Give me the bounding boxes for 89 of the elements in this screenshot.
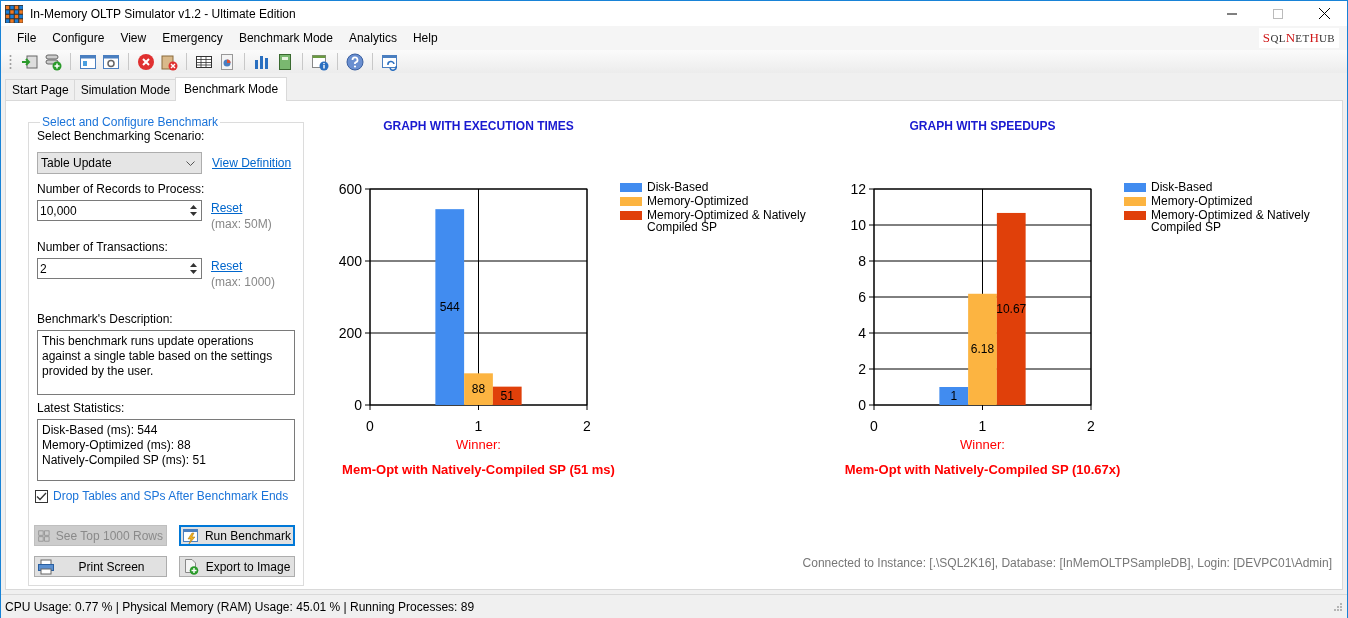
logo: SQLNETHUB — [1258, 28, 1339, 48]
menu-item[interactable]: View — [112, 31, 155, 45]
menu-item[interactable]: Help — [404, 31, 446, 45]
menu-item[interactable]: Configure — [44, 31, 113, 45]
y-tick-label: 200 — [338, 325, 362, 341]
y-tick-label: 8 — [858, 253, 866, 269]
scenario-dropdown[interactable]: Table Update — [37, 152, 202, 174]
field-label: Select Benchmarking Scenario: — [37, 129, 206, 144]
winner-label: Winner: — [456, 437, 501, 452]
window-refresh-icon[interactable] — [381, 52, 399, 71]
winner-text: Mem-Opt with Natively-Compiled SP (10.67x) — [844, 462, 1121, 477]
data-label: 544 — [439, 300, 460, 315]
field-label: Number of Records to Process: — [37, 182, 206, 197]
statistic-line: Memory-Optimized (ms): 88 — [42, 438, 192, 453]
legend-label: Memory-Optimized — [1151, 195, 1254, 207]
y-tick-label: 6 — [858, 289, 866, 305]
statistic-line: Natively-Compiled SP (ms): 51 — [42, 453, 207, 468]
x-tick-label: 0 — [870, 418, 878, 433]
caret-icon — [186, 160, 195, 166]
pie-chart-icon[interactable] — [218, 52, 236, 71]
group-title: Select and Configure Benchmark — [41, 115, 220, 129]
clipboard-cancel-icon[interactable] — [160, 52, 178, 71]
chart-title: GRAPH WITH SPEEDUPS — [909, 119, 1056, 133]
database-add-icon[interactable] — [44, 52, 62, 71]
x-tick-label: 0 — [366, 418, 374, 433]
legend-label: Memory-Optimized — [647, 195, 750, 207]
max-hint: (max: 50M) — [211, 216, 272, 232]
checkbox[interactable] — [35, 489, 48, 503]
tab[interactable]: Start Page — [5, 79, 75, 100]
toolbar-grip-icon — [9, 53, 12, 70]
status-text: CPU Usage: 0.77 % | Physical Memory (RAM) Usage: 45.01 % | Running Processes: 89 — [5, 599, 475, 614]
reset-link[interactable]: Reset — [211, 200, 272, 216]
action-button[interactable]: Print Screen — [34, 556, 167, 577]
description-box: This benchmark runs update operations against a single table based on the settings provided by the user. — [37, 330, 295, 395]
cancel-icon[interactable] — [137, 52, 155, 71]
field-label: Benchmark's Description: — [37, 312, 174, 327]
close-icon[interactable] — [1319, 8, 1330, 19]
data-label: 88 — [471, 382, 486, 397]
y-tick-label: 12 — [850, 181, 866, 197]
data-label: 10.67 — [996, 301, 1027, 316]
printer-icon — [38, 558, 54, 575]
view-definition-link[interactable]: View Definition — [212, 156, 292, 170]
help-icon[interactable] — [346, 52, 364, 71]
chart-title: GRAPH WITH EXECUTION TIMES — [383, 119, 574, 133]
settings-window-icon[interactable] — [102, 52, 120, 71]
menu-item[interactable]: Benchmark Mode — [230, 31, 341, 45]
app-icon — [5, 4, 23, 23]
window-title: In-Memory OLTP Simulator v1.2 - Ultimate Edition — [30, 6, 296, 21]
legend-label: Memory-Optimized & Natively Compiled SP — [1151, 209, 1311, 233]
grid-icon — [38, 527, 50, 544]
x-tick-label: 1 — [474, 418, 483, 433]
resize-grip-icon[interactable] — [1333, 601, 1343, 612]
tab[interactable]: Benchmark Mode — [175, 77, 288, 101]
window-icon[interactable] — [79, 52, 97, 71]
x-tick-label: 2 — [583, 418, 591, 433]
y-tick-label: 4 — [858, 325, 866, 341]
legend-label: Memory-Optimized & Natively Compiled SP — [647, 209, 807, 233]
reset-link[interactable]: Reset — [211, 258, 276, 274]
data-label: 6.18 — [970, 342, 995, 357]
y-tick-label: 2 — [858, 361, 866, 377]
action-button[interactable]: Export to Image — [179, 556, 295, 577]
statistic-line: Disk-Based (ms): 544 — [42, 423, 159, 438]
data-label: 51 — [500, 388, 514, 403]
notebook-icon[interactable] — [276, 52, 294, 71]
x-tick-label: 2 — [1087, 418, 1095, 433]
lightning-icon — [183, 527, 199, 544]
legend-label: Disk-Based — [647, 181, 710, 193]
connection-info: Connected to Instance: [.\SQL2K16], Database: [InMemOLTPSampleDB], Login: [DEVPC01\Admin] — [802, 556, 1332, 570]
y-tick-label: 0 — [858, 397, 866, 413]
y-tick-label: 0 — [354, 397, 362, 413]
y-tick-label: 600 — [338, 181, 362, 197]
menu-item[interactable]: Emergency — [154, 31, 231, 45]
legend-label: Disk-Based — [1151, 181, 1214, 193]
checkbox-label[interactable]: Drop Tables and SPs After Benchmark Ends — [53, 489, 289, 503]
winner-text: Mem-Opt with Natively-Compiled SP (51 ms) — [342, 462, 615, 477]
y-tick-label: 400 — [338, 253, 362, 269]
menu-item[interactable]: File — [9, 31, 45, 45]
action-button[interactable]: Run Benchmark — [179, 525, 295, 546]
max-hint: (max: 1000) — [211, 274, 276, 290]
winner-label: Winner: — [960, 437, 1005, 452]
field-label: Number of Transactions: — [37, 240, 169, 255]
x-tick-label: 1 — [978, 418, 987, 433]
field-label: Latest Statistics: — [37, 401, 126, 416]
window-info-icon[interactable] — [311, 52, 329, 71]
table-arrow-icon[interactable] — [21, 52, 39, 71]
data-label: 1 — [950, 389, 958, 403]
menu-item[interactable]: Analytics — [340, 31, 405, 45]
document-add-icon — [183, 558, 199, 575]
y-tick-label: 10 — [850, 217, 866, 233]
